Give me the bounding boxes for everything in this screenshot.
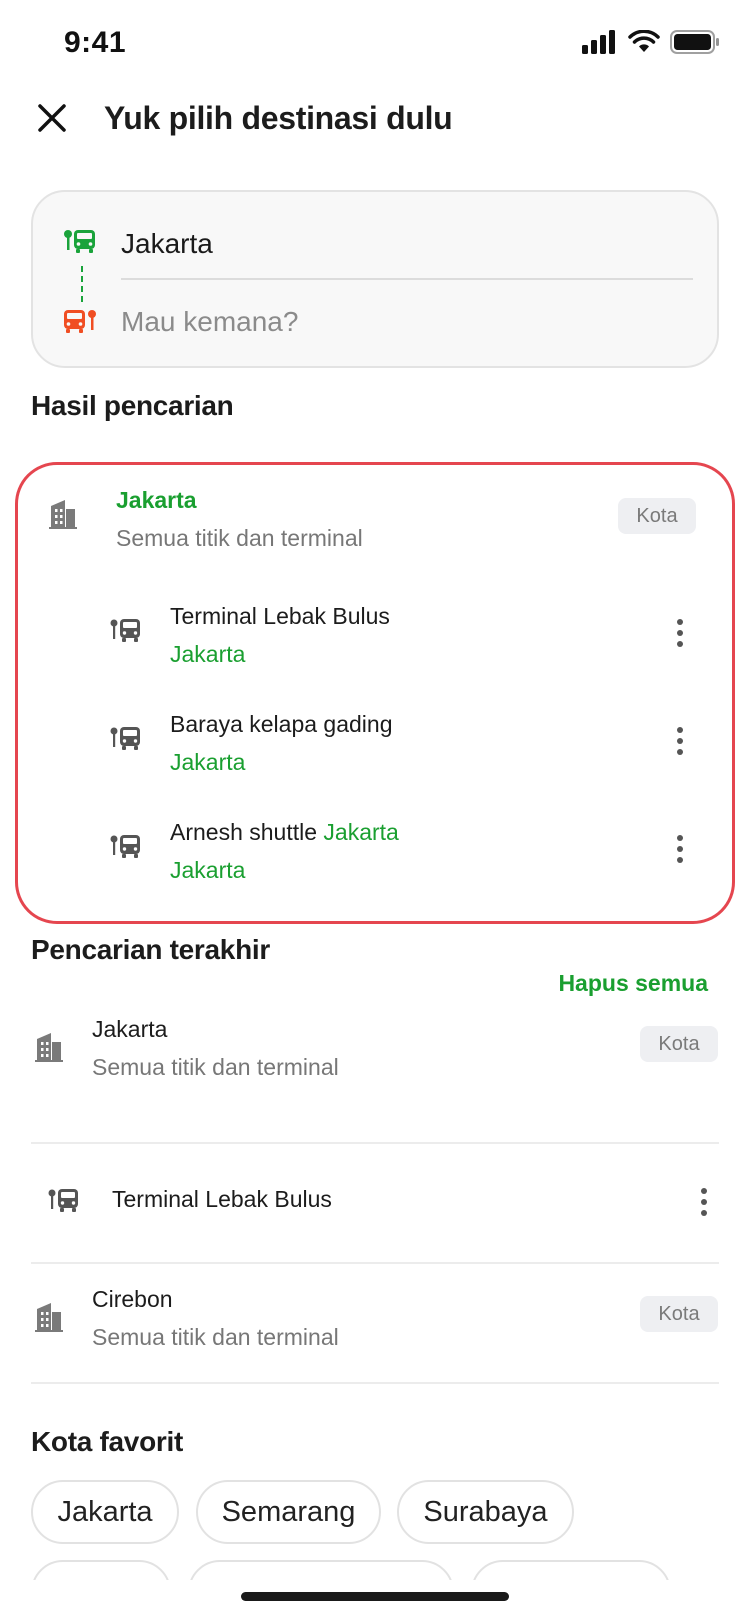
recent-item-title: Terminal Lebak Bulus xyxy=(112,1186,332,1212)
clear-all-button[interactable]: Hapus semua xyxy=(558,970,708,997)
favorite-city-chip[interactable]: Surabaya xyxy=(397,1480,574,1544)
terminal-name: Baraya kelapa gading xyxy=(170,711,393,737)
result-terminal-row[interactable]: Arnesh shuttle Jakarta Jakarta xyxy=(18,799,732,899)
terminal-name: Terminal Lebak Bulus xyxy=(170,603,390,629)
terminal-city: Jakarta xyxy=(170,641,246,667)
divider xyxy=(31,1382,719,1384)
more-options-button[interactable] xyxy=(670,613,690,653)
favorite-city-chip[interactable]: Jakarta xyxy=(31,1480,179,1544)
more-options-button[interactable] xyxy=(670,829,690,869)
result-city-name: Jakarta xyxy=(116,487,197,513)
city-badge: Kota xyxy=(640,1026,718,1062)
terminal-city: Jakarta xyxy=(170,749,246,775)
search-results-highlight: Jakarta Semua titik dan terminal Kota Te… xyxy=(15,462,735,924)
close-icon xyxy=(38,104,66,132)
route-divider xyxy=(121,278,693,280)
recent-item-title: Cirebon xyxy=(92,1286,173,1312)
recent-item[interactable]: Jakarta Semua titik dan terminal Kota xyxy=(0,1000,750,1100)
close-button[interactable] xyxy=(30,96,74,140)
recent-item[interactable]: Terminal Lebak Bulus xyxy=(0,1144,750,1260)
recent-searches-title: Pencarian terakhir xyxy=(31,934,270,965)
terminal-name: Arnesh shuttle Jakarta xyxy=(170,819,399,845)
header: Yuk pilih destinasi dulu xyxy=(0,90,750,160)
favorite-city-chip[interactable]: Semarang xyxy=(196,1480,381,1544)
result-terminal-row[interactable]: Terminal Lebak Bulus Jakarta xyxy=(18,583,732,683)
bus-stop-icon xyxy=(110,835,140,858)
battery-icon xyxy=(670,30,719,54)
home-indicator xyxy=(241,1592,509,1601)
recent-item[interactable]: Cirebon Semua titik dan terminal Kota xyxy=(0,1264,750,1376)
more-options-button[interactable] xyxy=(694,1182,714,1222)
bus-stop-icon xyxy=(48,1189,78,1212)
recent-item-subtitle: Semua titik dan terminal xyxy=(92,1054,339,1080)
arrival-bus-icon xyxy=(64,310,96,333)
recent-item-subtitle: Semua titik dan terminal xyxy=(92,1324,339,1350)
status-bar: 9:41 xyxy=(0,0,750,90)
bottom-fade xyxy=(0,1580,750,1624)
origin-field[interactable]: Jakarta xyxy=(121,228,213,260)
wifi-icon xyxy=(628,30,660,52)
page-title: Yuk pilih destinasi dulu xyxy=(104,100,453,136)
favorite-cities-title: Kota favorit xyxy=(31,1426,183,1457)
city-building-icon xyxy=(49,500,77,529)
result-city-subtitle: Semua titik dan terminal xyxy=(116,525,363,551)
status-icons xyxy=(582,30,720,54)
bus-stop-icon xyxy=(110,619,140,642)
result-terminal-row[interactable]: Baraya kelapa gading Jakarta xyxy=(18,691,732,791)
city-building-icon xyxy=(35,1033,63,1062)
status-time: 9:41 xyxy=(64,26,127,59)
route-card: Jakarta Mau kemana? xyxy=(31,190,719,368)
terminal-city: Jakarta xyxy=(170,857,246,883)
more-options-button[interactable] xyxy=(670,721,690,761)
city-badge: Kota xyxy=(618,498,696,534)
departure-bus-icon xyxy=(64,230,95,253)
destination-field[interactable]: Mau kemana? xyxy=(121,306,298,338)
city-badge: Kota xyxy=(640,1296,718,1332)
route-connector xyxy=(81,266,83,302)
search-results-title: Hasil pencarian xyxy=(31,390,234,421)
bus-stop-icon xyxy=(110,727,140,750)
recent-item-title: Jakarta xyxy=(92,1016,168,1042)
cellular-signal-icon xyxy=(582,30,615,54)
result-city-row[interactable]: Jakarta Semua titik dan terminal Kota xyxy=(18,465,732,575)
city-building-icon xyxy=(35,1303,63,1332)
